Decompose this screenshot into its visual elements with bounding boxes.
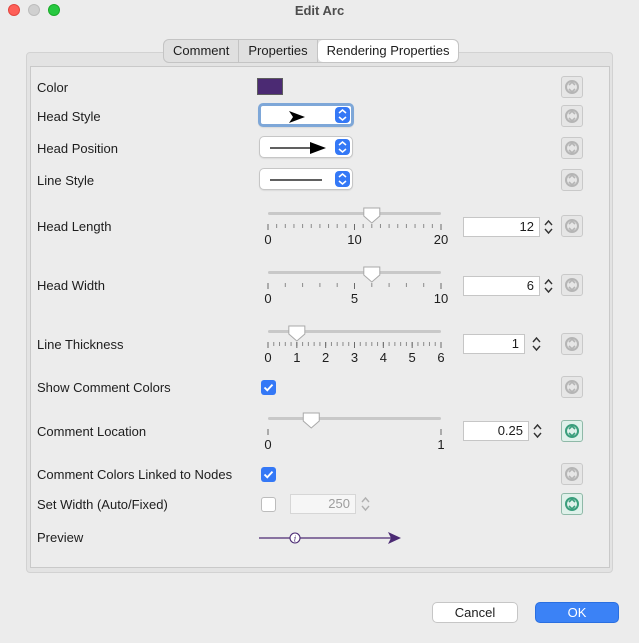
info-icon: i (294, 535, 297, 544)
slider-thumb[interactable] (363, 266, 381, 283)
slider-tick-label: 1 (293, 350, 300, 365)
reset-comment-colors-linked-button[interactable] (561, 463, 583, 485)
comment-colors-linked-checkbox[interactable] (261, 467, 276, 482)
arrow-end-icon (270, 142, 326, 154)
slider-tick-label: 20 (434, 232, 448, 247)
reset-icon (565, 467, 579, 481)
reset-icon (565, 80, 579, 94)
show-comment-colors-label: Show Comment Colors (37, 380, 171, 395)
maximize-window-button[interactable] (48, 4, 60, 16)
reset-line-thickness-button[interactable] (561, 333, 583, 355)
head-style-label: Head Style (37, 109, 101, 124)
head-style-select[interactable] (258, 103, 354, 127)
solid-line-icon (270, 179, 322, 181)
line-thickness-field[interactable]: 1 (463, 334, 525, 354)
tab-comment[interactable]: Comment (164, 40, 240, 62)
chevron-updown-icon (335, 139, 350, 155)
reset-icon (565, 141, 579, 155)
reset-head-position-button[interactable] (561, 137, 583, 159)
reset-line-style-button[interactable] (561, 169, 583, 191)
width-stepper (361, 496, 370, 512)
slider-tick-label: 3 (351, 350, 358, 365)
reset-icon (565, 380, 579, 394)
slider-tick-label: 0 (264, 350, 271, 365)
tab-rendering-properties[interactable]: Rendering Properties (317, 40, 459, 62)
slider-tick-label: 6 (437, 350, 444, 365)
line-thickness-slider[interactable]: 0 1 2 3 4 5 6 (264, 322, 464, 366)
comment-location-slider[interactable]: 01 (264, 409, 464, 453)
slider-tick-label: 10 (347, 232, 361, 247)
reset-show-comment-colors-button[interactable] (561, 376, 583, 398)
reset-icon (565, 173, 579, 187)
head-position-label: Head Position (37, 141, 118, 156)
edit-arc-window: Edit Arc Comment Properties Rendering Pr… (0, 0, 639, 643)
head-width-label: Head Width (37, 278, 105, 293)
chevron-updown-icon (335, 107, 350, 123)
reset-icon (565, 219, 579, 233)
line-thickness-label: Line Thickness (37, 337, 124, 352)
reset-head-length-button[interactable] (561, 215, 583, 237)
checkmark-icon (263, 470, 274, 479)
slider-tick-label: 5 (409, 350, 416, 365)
reset-icon (565, 497, 579, 511)
arrowhead-icon (289, 111, 305, 123)
slider-tick-label: 0 (264, 232, 271, 247)
reset-color-button[interactable] (561, 76, 583, 98)
comment-location-field[interactable]: 0.25 (463, 421, 529, 441)
reset-icon (565, 278, 579, 292)
line-style-select[interactable] (259, 168, 353, 190)
reset-icon (565, 424, 579, 438)
line-thickness-stepper[interactable] (531, 334, 542, 354)
slider-tick-label: 0 (264, 437, 271, 452)
chevron-updown-icon (335, 171, 350, 187)
line-style-label: Line Style (37, 173, 95, 188)
slider-tick-label: 4 (380, 350, 387, 365)
slider-tick-label: 1 (437, 437, 444, 452)
head-position-select[interactable] (259, 136, 353, 158)
head-length-label: Head Length (37, 219, 112, 234)
arc-preview: i (259, 532, 401, 544)
ok-button[interactable]: OK (535, 602, 619, 623)
comment-colors-linked-label: Comment Colors Linked to Nodes (37, 467, 233, 482)
reset-icon (565, 337, 579, 351)
reset-head-width-button[interactable] (561, 274, 583, 296)
head-width-slider[interactable]: 0 5 10 (264, 263, 464, 307)
slider-tick-label: 0 (264, 291, 271, 306)
reset-set-width-button[interactable] (561, 493, 583, 515)
slider-thumb[interactable] (288, 325, 306, 342)
slider-tick-label: 5 (351, 291, 358, 306)
set-width-label: Set Width (Auto/Fixed) (37, 497, 168, 512)
color-label: Color (37, 80, 69, 95)
tab-properties[interactable]: Properties (239, 40, 318, 62)
checkmark-icon (263, 383, 274, 392)
tab-bar: Comment Properties Rendering Properties (163, 39, 460, 63)
head-length-field[interactable]: 12 (463, 217, 540, 237)
slider-tick-label: 2 (322, 350, 329, 365)
slider-thumb[interactable] (302, 412, 320, 429)
reset-comment-location-button[interactable] (561, 420, 583, 442)
head-length-stepper[interactable] (543, 217, 554, 237)
window-title: Edit Arc (294, 3, 345, 18)
comment-location-label: Comment Location (37, 424, 147, 439)
head-length-slider[interactable]: 0 10 20 (264, 204, 464, 248)
head-width-stepper[interactable] (543, 276, 554, 296)
width-field: 250 (290, 494, 356, 514)
preview-label: Preview (37, 530, 84, 545)
set-width-checkbox[interactable] (261, 497, 276, 512)
reset-icon (565, 109, 579, 123)
slider-tick-label: 10 (434, 291, 448, 306)
slider-thumb[interactable] (363, 207, 381, 224)
show-comment-colors-checkbox[interactable] (261, 380, 276, 395)
color-swatch-button[interactable] (257, 78, 283, 95)
cancel-button[interactable]: Cancel (432, 602, 518, 623)
close-window-button[interactable] (8, 4, 20, 16)
minimize-window-button[interactable] (28, 4, 40, 16)
comment-location-stepper[interactable] (532, 421, 543, 441)
reset-head-style-button[interactable] (561, 105, 583, 127)
head-width-field[interactable]: 6 (463, 276, 540, 296)
